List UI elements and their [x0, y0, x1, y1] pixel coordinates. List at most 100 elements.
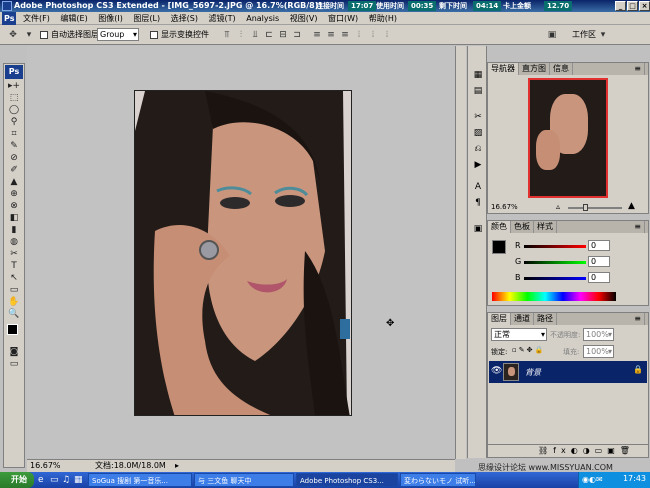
marquee-tool-icon[interactable]: ⬚ — [4, 92, 24, 104]
vertical-scrollbar[interactable] — [455, 46, 466, 459]
panel-menu-icon[interactable]: ≡ — [631, 313, 645, 325]
menu-help[interactable]: 帮助(H) — [365, 12, 401, 25]
align-hcenter-icon[interactable]: ⊟ — [276, 28, 290, 42]
tool-presets-panel-icon[interactable]: ▤ — [471, 84, 485, 98]
quick-mask-icon[interactable]: ◙ — [4, 346, 24, 358]
brushes-panel-icon[interactable]: ▦ — [471, 68, 485, 82]
distribute-top-icon[interactable]: ≡ — [310, 28, 324, 42]
workspace-chevron-icon[interactable]: ▾ — [596, 28, 610, 42]
tools-panel-icon[interactable]: ✂ — [471, 110, 485, 124]
history-panel-icon[interactable]: ⎌ — [471, 142, 485, 156]
panel-menu-icon[interactable]: ≡ — [631, 63, 645, 75]
menu-edit[interactable]: 编辑(E) — [56, 12, 91, 25]
align-left-icon[interactable]: ⊏ — [262, 28, 276, 42]
close-button[interactable]: × — [639, 1, 650, 11]
screen-mode-toggle-icon[interactable]: ▭ — [4, 358, 24, 370]
b-slider[interactable] — [524, 277, 586, 280]
menu-analysis[interactable]: Analysis — [242, 12, 283, 25]
opacity-input[interactable]: 100% — [583, 328, 614, 341]
history-brush-tool-icon[interactable]: ⊕ — [4, 188, 24, 200]
tray-icons[interactable]: ◉◐✉ — [582, 473, 603, 487]
hand-tool-icon[interactable]: ✋ — [4, 296, 24, 308]
layer-comps-panel-icon[interactable]: ▨ — [471, 126, 485, 140]
visibility-eye-icon[interactable]: 👁 — [491, 366, 502, 376]
align-top-icon[interactable]: ⫪ — [220, 28, 234, 42]
brush-tool-icon[interactable]: ✐ — [4, 164, 24, 176]
status-zoom-value[interactable]: 16.67% — [30, 460, 61, 472]
workspace-button[interactable]: 工作区 — [572, 30, 596, 40]
paragraph-panel-icon[interactable]: ¶ — [471, 196, 485, 210]
foreground-color-swatch[interactable] — [7, 324, 18, 335]
screen-mode-icon[interactable]: ▣ — [545, 28, 559, 42]
color-swatches[interactable] — [5, 322, 23, 344]
tab-color[interactable]: 颜色 — [488, 221, 511, 233]
fill-input[interactable]: 100% — [583, 345, 614, 358]
foreground-color-box[interactable] — [492, 240, 506, 254]
align-vcenter-icon[interactable]: ⫶ — [234, 28, 248, 42]
chevron-down-icon[interactable]: ▾ — [22, 28, 36, 42]
menu-window[interactable]: 窗口(W) — [324, 12, 362, 25]
auto-select-checkbox[interactable] — [40, 31, 48, 39]
task-music[interactable]: 変わらないモノ 试听... — [400, 473, 476, 487]
document-canvas[interactable] — [134, 90, 352, 416]
tab-info[interactable]: 信息 — [550, 63, 573, 75]
distribute-left-icon[interactable]: ⦙ — [352, 28, 366, 42]
g-value-input[interactable]: 0 — [588, 256, 610, 267]
align-right-icon[interactable]: ⊐ — [290, 28, 304, 42]
quicklaunch-desktop-icon[interactable]: ▭ — [50, 473, 59, 487]
layers-footer-buttons[interactable]: ⛓fx◐◑▭▣🗑 — [488, 444, 648, 457]
r-slider[interactable] — [524, 245, 586, 248]
quicklaunch-folder-icon[interactable]: ▦ — [74, 473, 83, 487]
zoom-tool-icon[interactable]: 🔍 — [4, 308, 24, 320]
tab-paths[interactable]: 路径 — [534, 313, 557, 325]
auto-select-dropdown[interactable]: Group — [97, 28, 139, 41]
tab-navigator[interactable]: 导航器 — [488, 63, 519, 75]
tab-channels[interactable]: 通道 — [511, 313, 534, 325]
color-spectrum-bar[interactable] — [492, 292, 616, 301]
eyedropper-tool-icon[interactable]: ✎ — [4, 140, 24, 152]
blend-mode-dropdown[interactable]: 正常 — [491, 328, 547, 341]
character-panel-icon[interactable]: A — [471, 180, 485, 194]
healing-brush-tool-icon[interactable]: ⊘ — [4, 152, 24, 164]
g-slider[interactable] — [524, 261, 586, 264]
distribute-right-icon[interactable]: ⦙ — [380, 28, 394, 42]
minimize-button[interactable]: _ — [615, 1, 626, 11]
move-tool-preset-icon[interactable]: ✥ — [6, 28, 20, 42]
zoom-slider[interactable] — [568, 207, 622, 209]
pen-tool-icon[interactable]: ✂ — [4, 248, 24, 260]
menu-image[interactable]: 图像(I) — [94, 12, 127, 25]
eraser-tool-icon[interactable]: ⊗ — [4, 200, 24, 212]
type-tool-icon[interactable]: T — [4, 260, 24, 272]
actions-panel-icon[interactable]: ▶ — [471, 158, 485, 172]
tab-styles[interactable]: 样式 — [534, 221, 557, 233]
tab-layers[interactable]: 图层 — [488, 313, 511, 325]
align-bottom-icon[interactable]: ⫫ — [248, 28, 262, 42]
quicklaunch-media-icon[interactable]: ♫ — [62, 473, 70, 487]
distribute-hcenter-icon[interactable]: ⦙ — [366, 28, 380, 42]
menu-view[interactable]: 视图(V) — [286, 12, 322, 25]
zoom-out-icon[interactable]: ▵ — [556, 202, 560, 211]
menu-select[interactable]: 选择(S) — [167, 12, 202, 25]
task-photoshop[interactable]: Adobe Photoshop CS3... — [296, 473, 398, 487]
zoom-slider-handle[interactable] — [583, 204, 588, 211]
navigator-thumbnail[interactable] — [528, 78, 608, 198]
show-transform-checkbox[interactable] — [150, 31, 158, 39]
path-select-tool-icon[interactable]: ↖ — [4, 272, 24, 284]
r-value-input[interactable]: 0 — [588, 240, 610, 251]
task-chat[interactable]: 与 三文鱼 聊天中 — [194, 473, 294, 487]
menu-layer[interactable]: 图层(L) — [129, 12, 164, 25]
quicklaunch-ie-icon[interactable]: e — [38, 473, 44, 487]
clone-source-panel-icon[interactable]: ▣ — [471, 222, 485, 236]
layer-row-background[interactable]: 👁 背景 🔒 — [489, 361, 647, 383]
blur-tool-icon[interactable]: ▮ — [4, 224, 24, 236]
tab-swatches[interactable]: 色板 — [511, 221, 534, 233]
menu-filter[interactable]: 滤镜(T) — [205, 12, 240, 25]
quick-select-tool-icon[interactable]: ⚲ — [4, 116, 24, 128]
move-tool-icon[interactable]: ▸+ — [4, 80, 24, 92]
maximize-button[interactable]: □ — [627, 1, 638, 11]
panel-menu-icon[interactable]: ≡ — [631, 221, 645, 233]
lasso-tool-icon[interactable]: ◯ — [4, 104, 24, 116]
layer-name[interactable]: 背景 — [525, 367, 541, 378]
status-arrow-icon[interactable]: ▸ — [175, 460, 179, 472]
menu-file[interactable]: 文件(F) — [19, 12, 54, 25]
